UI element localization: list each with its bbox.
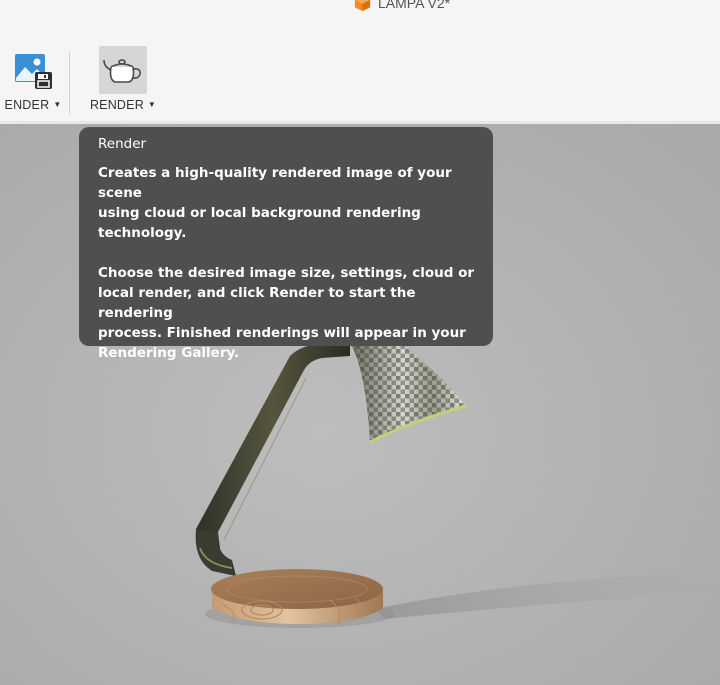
- tooltip-title: Render: [98, 136, 147, 152]
- document-box-icon: [354, 0, 371, 11]
- save-image-label-text: ENDER: [4, 98, 50, 112]
- tooltip-instructions: Choose the desired image size, settings,…: [98, 265, 475, 361]
- toolbar: LAMPA V2* ENDER ▼ RENDER ▼: [0, 0, 720, 122]
- save-image-button[interactable]: [9, 46, 57, 94]
- teapot-icon: [103, 59, 141, 83]
- save-image-label[interactable]: ENDER ▼: [5, 98, 62, 112]
- tooltip-description: Creates a high-quality rendered image of…: [98, 165, 452, 241]
- caret-down-icon: ▼: [147, 100, 157, 109]
- document-title-text: LAMPA V2*: [378, 0, 451, 11]
- render-label-text: RENDER: [89, 98, 144, 112]
- render-label[interactable]: RENDER ▼: [90, 98, 156, 112]
- document-title: LAMPA V2*: [354, 0, 450, 12]
- caret-down-icon: ▼: [53, 100, 62, 109]
- render-tool-group[interactable]: RENDER ▼: [70, 46, 176, 112]
- app-window: LAMPA V2* ENDER ▼ RENDER ▼ Render Create…: [0, 0, 720, 685]
- render-button[interactable]: [99, 46, 147, 94]
- save-image-icon: [15, 54, 52, 89]
- render-tooltip: Render Creates a high-quality rendered i…: [79, 127, 493, 361]
